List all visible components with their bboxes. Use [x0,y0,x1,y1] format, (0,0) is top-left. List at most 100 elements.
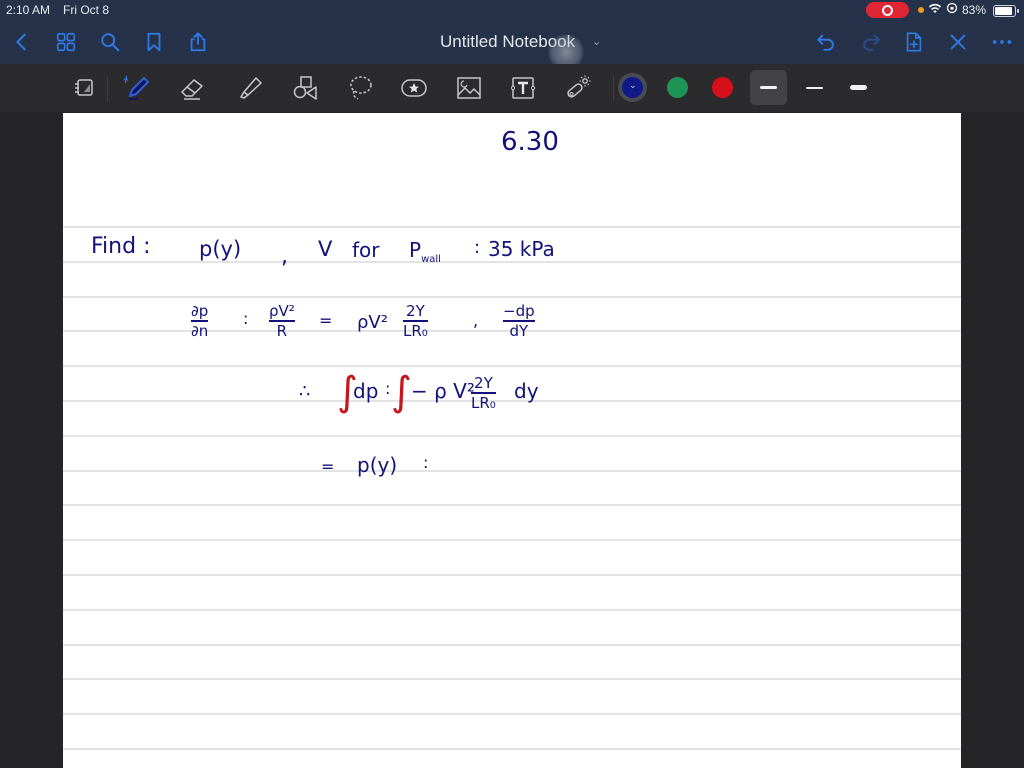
therefore-symbol: ∴ [299,381,311,402]
microphone-indicator-icon [918,7,924,13]
redo-button[interactable] [857,28,885,56]
laser-pointer-tool-button[interactable] [562,72,594,104]
search-button[interactable] [96,28,124,56]
two-y-over-l-r0: 2Y LR₀ [403,303,428,339]
integral-equals: : [385,379,391,398]
ruled-line [63,748,961,750]
chevron-down-icon: ⌄ [629,80,637,90]
numerator: −dp [503,302,535,320]
find-comma: , [281,244,288,269]
stroke-width-medium[interactable] [750,70,787,105]
wifi-icon [928,2,942,17]
title-chevron-down-icon[interactable]: ⌄ [592,35,601,48]
redo-icon [863,34,880,51]
pen-tool-button[interactable] [122,72,154,104]
problem-number: 6.30 [501,127,559,157]
rho-v-squared-over-r: ρV² R [269,303,295,339]
ruled-line [63,400,961,402]
back-icon [16,33,26,51]
numerator: 2Y [406,302,425,320]
find-label: Find : [91,234,151,259]
add-page-icon [906,32,922,52]
integral-sign-2: ∫ [391,369,412,415]
find-equals: : [474,237,481,258]
find-value: 35 kPa [488,237,555,261]
thumbnails-button[interactable] [52,28,80,56]
pen-icon [124,75,149,100]
ruled-line [63,260,961,263]
bookmark-button[interactable] [140,28,168,56]
find-v: V [318,237,333,261]
share-icon [190,32,206,52]
screen-recording-icon[interactable] [866,2,909,18]
undo-button[interactable] [812,28,840,56]
result-tail: : [423,453,429,472]
denominator: R [276,322,288,340]
denominator: dY [509,322,529,340]
find-p-of-y: p(y) [199,237,242,261]
ruled-line [63,434,961,437]
ruled-line [63,643,961,646]
find-for: for [352,238,380,262]
text-tool-button[interactable] [507,72,539,104]
search-icon [101,33,120,52]
read-mode-icon [75,79,93,96]
sticker-star-icon [401,79,427,97]
integral-dy: dy [514,379,539,403]
stroke-width-thin[interactable] [796,70,833,105]
ruled-line [63,226,961,228]
denominator: LR₀ [403,322,428,340]
status-bar: 2:10 AM Fri Oct 8 83% [0,0,1024,20]
shapes-tool-button[interactable] [289,72,321,104]
highlighter-tool-button[interactable] [234,72,266,104]
image-icon [457,77,481,99]
eq-sign-1: : [243,309,249,328]
eq-sign-3: , [473,311,479,330]
numerator: ∂p [191,302,209,320]
share-button[interactable] [184,28,212,56]
add-page-button[interactable] [900,28,928,56]
neg-dp-over-dy: −dp dY [503,303,535,339]
color-swatch-red[interactable] [712,77,733,98]
result-equals: = [321,457,335,476]
denominator: LR₀ [471,394,496,412]
eraser-tool-button[interactable] [176,72,208,104]
lasso-icon [350,76,372,100]
undo-icon [817,34,834,51]
ruled-line [63,713,961,716]
more-button[interactable] [988,28,1016,56]
notebook-page[interactable]: 6.30 Find : p(y) , V for Pwall : 35 kPa … [63,113,961,768]
elements-tool-button[interactable] [398,72,430,104]
shapes-icon [293,76,317,100]
battery-percent: 83% [962,3,987,17]
text-box-icon [510,77,536,99]
lasso-tool-button[interactable] [344,72,376,104]
more-icon [992,40,1012,44]
image-tool-button[interactable] [453,72,485,104]
back-button[interactable] [8,28,36,56]
stroke-width-thick[interactable] [840,70,877,105]
partial-p-over-partial-n: ∂p ∂n [191,302,209,339]
ruled-line [63,678,961,681]
thumbnails-icon [56,32,76,52]
read-mode-button[interactable] [68,72,100,104]
integrand-fraction: 2Y LR₀ [471,375,496,411]
rho-v-squared: ρV² [357,312,388,333]
p-symbol: P [409,238,422,262]
status-time: 2:10 AM [6,3,51,17]
eraser-icon [181,79,203,100]
ruled-line [63,295,961,298]
color-swatch-navy[interactable]: ⌄ [622,77,643,98]
laser-pointer-icon [567,75,591,98]
drawing-toolbar: ⌄ [0,64,1024,112]
ruled-line [63,469,961,472]
color-swatch-green[interactable] [667,77,688,98]
highlighter-icon [239,77,262,99]
close-icon [950,34,966,50]
orientation-lock-icon [946,2,958,17]
numerator: ρV² [269,302,295,320]
eq-sign-2: = [319,311,333,330]
ruled-line [63,539,961,542]
close-button[interactable] [944,28,972,56]
ruled-line [63,504,961,507]
